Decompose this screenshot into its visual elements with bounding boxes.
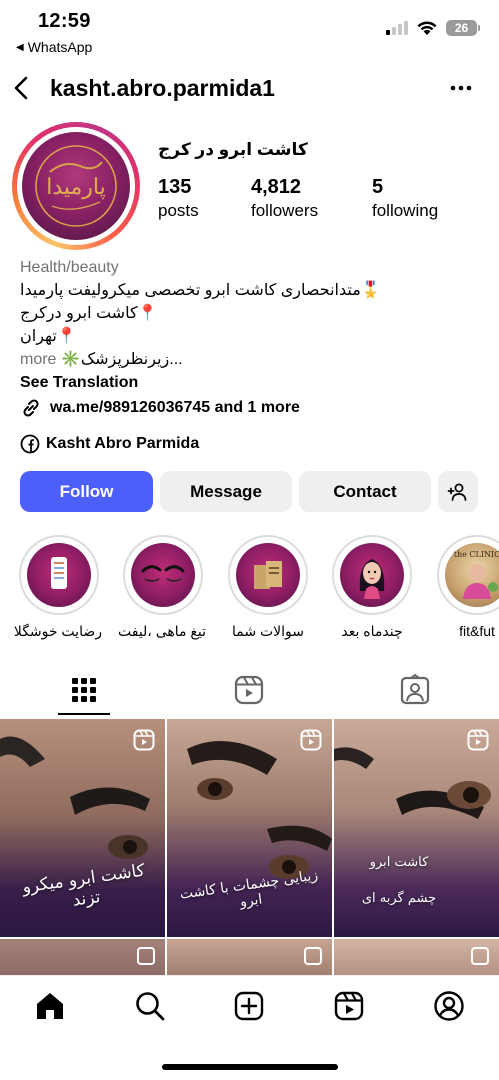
back-triangle-icon: ◀ — [16, 41, 24, 53]
post-thumbnail[interactable]: کاشت ابرو میکرو تزند — [0, 719, 165, 937]
post-caption: کاشت ابرو — [369, 855, 429, 870]
post-thumbnail[interactable] — [167, 939, 332, 975]
profile-category: Health/beauty — [20, 259, 119, 276]
eyebrow-icon — [141, 565, 185, 582]
wifi-icon — [417, 21, 437, 35]
reel-badge-icon — [300, 729, 322, 751]
reels-icon[interactable] — [232, 673, 266, 707]
link-icon — [23, 398, 39, 417]
reel-badge-icon — [133, 729, 155, 751]
clinic-photo-icon: the CLINIC — [454, 550, 499, 599]
multi-post-icon — [137, 947, 155, 965]
facebook-link[interactable]: Kasht Abro Parmida — [20, 434, 199, 454]
profile-tabs — [0, 665, 499, 717]
highlight-cover — [131, 543, 195, 607]
posts-count: 135 — [158, 176, 192, 198]
posts-grid: کاشت ابرو میکرو تزند زیبایی چشمات با کاش… — [0, 719, 499, 975]
reels-icon[interactable] — [333, 990, 365, 1022]
highlight-label: تیغ ماهی ،لیفت — [117, 623, 206, 639]
posts-label: posts — [158, 201, 199, 220]
highlight-cover — [236, 543, 300, 607]
reel-badge-icon — [467, 729, 489, 751]
back-app-label: WhatsApp — [27, 39, 93, 55]
bio-more-button[interactable]: more — [20, 351, 56, 368]
create-icon[interactable] — [233, 990, 265, 1022]
display-name: کاشت ابرو در کرج — [158, 140, 308, 159]
status-bar: 12:59 ◀ WhatsApp 26 — [0, 0, 499, 60]
post-thumbnail[interactable] — [334, 939, 499, 975]
back-to-app-link[interactable]: ◀ WhatsApp — [16, 39, 92, 55]
avatar: پارمیدا — [22, 132, 130, 240]
woman-illustration-icon — [359, 559, 385, 599]
highlight-cover — [340, 543, 404, 607]
add-person-icon — [447, 483, 467, 501]
post-thumbnail[interactable] — [0, 939, 165, 975]
avatar-story-ring[interactable]: پارمیدا — [12, 122, 140, 250]
battery-icon: 26 — [446, 20, 480, 36]
external-link[interactable]: wa.me/989126036745 and 1 more — [20, 396, 480, 419]
highlight-item[interactable]: سوالات شما — [225, 535, 311, 640]
avatar-logo-text: پارمیدا — [46, 175, 106, 200]
tagged-person-icon[interactable] — [398, 673, 432, 707]
bio-line-2: 📍کاشت ابرو درکرج — [20, 305, 158, 322]
multi-post-icon — [471, 947, 489, 965]
facebook-name: Kasht Abro Parmida — [46, 435, 200, 452]
post-thumbnail[interactable]: زیبایی چشمات با کاشت ابرو — [167, 719, 332, 937]
following-stat[interactable]: 5 following — [372, 176, 438, 221]
status-icons: 26 — [386, 20, 480, 36]
clinic-sign-text: the CLINIC — [454, 550, 499, 559]
status-time: 12:59 — [38, 10, 91, 32]
following-count: 5 — [372, 176, 384, 198]
bio-more-row: more ✳️زیرنظرپزشک... — [20, 348, 480, 371]
post-caption-line2: چشم گربه ای — [361, 891, 437, 906]
follow-button[interactable]: Follow — [20, 471, 153, 512]
profile-username: kasht.abro.parmida1 — [50, 75, 275, 101]
bio-line-3: 📍تهران — [20, 328, 77, 345]
bio-line-4: ✳️زیرنظرپزشک... — [60, 351, 183, 368]
multi-post-icon — [304, 947, 322, 965]
post-thumbnail[interactable]: کاشت ابرو چشم گربه ای — [334, 719, 499, 937]
phone-screenshot-icon — [51, 557, 67, 589]
profile-header: kasht.abro.parmida1 — [0, 66, 499, 112]
highlight-item[interactable]: تیغ ماهی ،لیفت — [117, 535, 206, 640]
following-label: following — [372, 201, 439, 220]
highlight-label: سوالات شما — [232, 623, 304, 639]
highlight-label: رضایت خوشگلا — [13, 623, 102, 639]
external-link-text: wa.me/989126036745 and 1 more — [50, 399, 300, 416]
posts-stat[interactable]: 135 posts — [158, 176, 199, 221]
suggested-users-button[interactable] — [438, 471, 478, 512]
home-icon[interactable] — [34, 990, 66, 1022]
followers-count: 4,812 — [251, 176, 302, 198]
active-tab-indicator — [58, 713, 110, 715]
search-icon[interactable] — [134, 990, 166, 1022]
product-box-icon — [254, 561, 282, 589]
profile-icon[interactable] — [433, 990, 465, 1022]
highlight-item[interactable]: چندماه بعد — [329, 535, 415, 640]
profile-bio: Health/beauty 🎖️متدانحصاری کاشت ابرو تخص… — [20, 256, 480, 419]
followers-stat[interactable]: 4,812 followers — [251, 176, 318, 221]
contact-button[interactable]: Contact — [299, 471, 431, 512]
highlight-cover — [27, 543, 91, 607]
chevron-left-icon[interactable] — [10, 74, 34, 102]
facebook-icon — [20, 434, 40, 454]
followers-label: followers — [251, 201, 319, 220]
ellipsis-icon[interactable] — [449, 80, 473, 96]
highlight-cover: the CLINIC — [445, 543, 499, 607]
message-button[interactable]: Message — [160, 471, 292, 512]
see-translation-button[interactable]: See Translation — [20, 371, 480, 394]
cellular-signal-icon — [386, 21, 408, 35]
highlight-label: fit&fut — [459, 623, 495, 639]
bio-line-1: 🎖️متدانحصاری کاشت ابرو تخصصی میکرولیفت پ… — [20, 282, 381, 299]
highlight-item[interactable]: رضایت خوشگلا — [13, 535, 102, 640]
highlight-item[interactable]: the CLINIC fit&fut — [434, 535, 499, 639]
home-indicator — [162, 1064, 338, 1070]
parmida-logo-icon: پارمیدا — [35, 145, 117, 227]
grid-icon[interactable] — [67, 673, 101, 707]
highlight-label: چندماه بعد — [341, 623, 403, 639]
